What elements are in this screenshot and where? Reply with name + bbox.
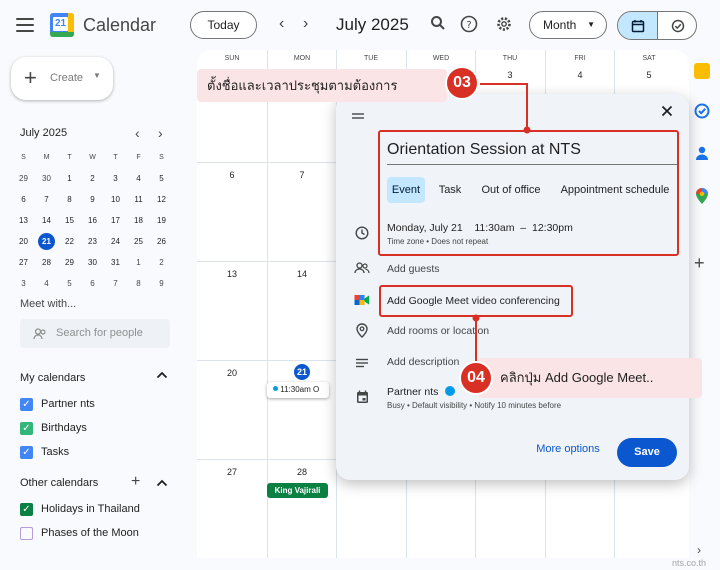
step3-badge: 03 — [445, 66, 479, 100]
step4-callout: คลิกปุ่ม Add Google Meet.. — [478, 358, 702, 398]
step3-callout: ตั้งชื่อและเวลาประชุมตามต้องการ — [197, 69, 447, 102]
watermark: nts.co.th — [671, 558, 706, 568]
step4-badge: 04 — [459, 361, 493, 395]
